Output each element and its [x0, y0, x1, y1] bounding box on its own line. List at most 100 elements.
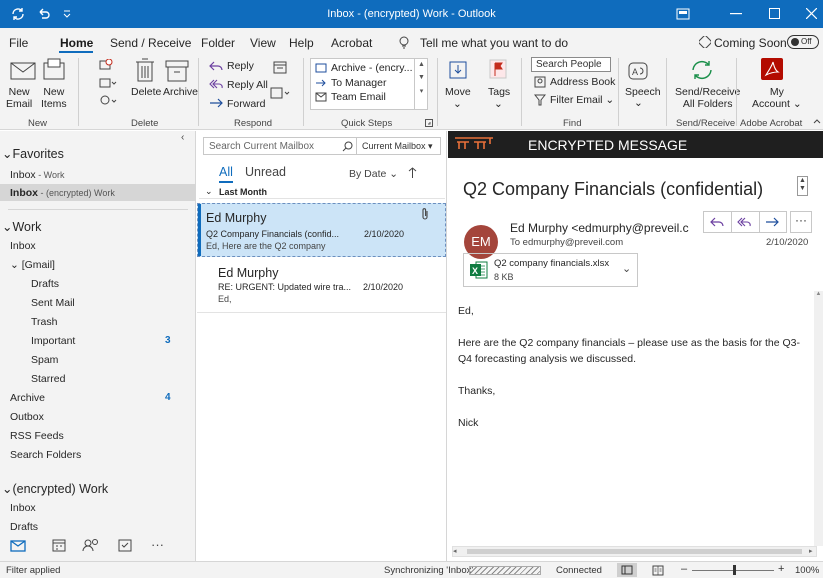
folder-outbox[interactable]: Outbox — [10, 411, 44, 423]
reply-all-button[interactable]: Reply All — [227, 79, 268, 91]
sort-by-date-dropdown[interactable]: By Date ⌄ — [349, 168, 398, 180]
tell-me-input[interactable]: Tell me what you want to do — [420, 36, 568, 50]
collapse-folder-pane-button[interactable]: ‹ — [181, 132, 184, 143]
minimize-icon[interactable] — [730, 13, 742, 15]
more-respond-icon[interactable] — [270, 86, 292, 100]
folder-starred[interactable]: Starred — [31, 373, 65, 385]
favorites-header[interactable]: ⌄Favorites — [2, 146, 64, 161]
search-mailbox-input[interactable]: Search Current Mailbox — [209, 141, 314, 152]
folder-gmail[interactable]: ⌄ [Gmail] — [10, 259, 55, 271]
message-to: To edmurphy@preveil.com — [510, 237, 624, 248]
meeting-icon[interactable] — [273, 60, 287, 74]
calendar-nav-icon[interactable] — [52, 538, 66, 552]
send-receive-all-folders-button[interactable]: Send/Receive All Folders — [675, 86, 740, 110]
folder-important[interactable]: Important — [31, 335, 75, 347]
my-account-button[interactable]: My Account ⌄ — [752, 86, 802, 110]
work-account-header[interactable]: ⌄Work — [2, 219, 41, 234]
quick-steps-scroll[interactable]: ▲ ▼ ▾ — [414, 58, 428, 110]
zoom-in-button[interactable]: + — [778, 563, 784, 575]
zoom-out-button[interactable]: – — [681, 563, 687, 575]
forward-button[interactable]: Forward — [227, 98, 266, 110]
attachment-dropdown[interactable]: ⌄ — [622, 262, 631, 275]
delete-button[interactable]: Delete — [131, 86, 161, 98]
move-dropdown[interactable]: ⌄ — [453, 98, 462, 110]
forward-icon[interactable] — [765, 217, 779, 228]
speech-dropdown[interactable]: ⌄ — [634, 97, 643, 109]
filter-all-tab[interactable]: All — [219, 165, 233, 179]
quickstep-to-manager[interactable]: To Manager — [331, 77, 386, 89]
coming-soon-toggle[interactable]: Off — [787, 35, 819, 49]
quickstep-team-email[interactable]: Team Email — [331, 91, 386, 103]
tab-acrobat[interactable]: Acrobat — [331, 36, 372, 50]
reply-button[interactable]: Reply — [227, 60, 254, 72]
clean-up-icon[interactable] — [99, 77, 117, 89]
folder-search-folders[interactable]: Search Folders — [10, 449, 81, 461]
new-email-button[interactable]: New Email — [6, 86, 32, 110]
mail-nav-icon[interactable] — [10, 540, 26, 552]
archive-button[interactable]: Archive — [163, 86, 198, 98]
ribbon-display-icon[interactable] — [676, 7, 690, 21]
attachment-icon — [422, 208, 428, 220]
attachment-card[interactable]: X Q2 company financials.xlsx 8 KB ⌄ — [463, 253, 638, 287]
collapse-ribbon-icon[interactable] — [813, 118, 821, 124]
tab-help[interactable]: Help — [289, 36, 314, 50]
new-items-button[interactable]: New Items — [41, 86, 67, 110]
sync-icon[interactable] — [10, 6, 26, 22]
tags-dropdown[interactable]: ⌄ — [494, 98, 503, 110]
search-icon[interactable] — [342, 141, 353, 152]
sort-direction-icon[interactable] — [408, 167, 417, 179]
folder-trash[interactable]: Trash — [31, 316, 57, 328]
close-icon[interactable] — [806, 8, 817, 19]
folder-rss-feeds[interactable]: RSS Feeds — [10, 430, 64, 442]
tab-folder[interactable]: Folder — [201, 36, 235, 50]
tags-button[interactable]: Tags — [488, 86, 510, 98]
message-from[interactable]: Ed Murphy <edmurphy@preveil.c — [510, 221, 689, 235]
folder-archive[interactable]: Archive — [10, 392, 45, 404]
more-apps-icon[interactable]: ··· — [151, 537, 164, 552]
reply-icon[interactable] — [710, 217, 724, 228]
tab-send-receive[interactable]: Send / Receive — [110, 36, 191, 50]
tab-file[interactable]: File — [9, 36, 28, 50]
speech-button[interactable]: Speech — [625, 86, 661, 98]
junk-icon[interactable] — [99, 94, 117, 108]
undo-icon[interactable] — [36, 6, 52, 22]
encrypted-work-header[interactable]: ⌄(encrypted) Work — [2, 481, 108, 496]
search-scope-dropdown[interactable]: Current Mailbox ▾ — [362, 141, 433, 152]
vertical-scrollbar[interactable]: ▲ — [814, 291, 823, 546]
folder-encrypted-inbox[interactable]: Inbox — [10, 502, 36, 514]
ignore-icon[interactable] — [99, 59, 113, 71]
tab-home[interactable]: Home — [60, 36, 93, 50]
quick-steps-launcher-icon[interactable] — [425, 119, 433, 127]
folder-inbox-work[interactable]: Inbox - Work — [10, 169, 65, 181]
people-nav-icon[interactable] — [82, 538, 100, 552]
folder-inbox-encrypted-work[interactable]: Inbox - (encrypted) Work — [10, 187, 115, 199]
filter-email-button[interactable]: Filter Email ⌄ — [550, 94, 614, 106]
customize-quick-access-icon[interactable] — [62, 9, 72, 19]
subject-expand-toggle[interactable]: ▲ ▼ — [797, 176, 808, 196]
move-button[interactable]: Move — [445, 86, 471, 98]
folder-work-inbox[interactable]: Inbox — [10, 240, 36, 252]
group-header-last-month[interactable]: ⌄ Last Month — [199, 185, 445, 199]
more-actions-button[interactable]: ··· — [790, 211, 812, 233]
list-item[interactable]: Ed Murphy Q2 Company Financials (confid.… — [197, 203, 446, 257]
folder-sent-mail[interactable]: Sent Mail — [31, 297, 75, 309]
filter-unread-tab[interactable]: Unread — [245, 165, 286, 179]
reading-view-icon[interactable] — [652, 565, 664, 576]
reply-all-icon[interactable] — [737, 217, 751, 228]
zoom-level[interactable]: 100% — [795, 565, 819, 576]
tasks-nav-icon[interactable] — [118, 538, 132, 552]
normal-view-button[interactable] — [617, 563, 637, 577]
address-book-button[interactable]: Address Book — [550, 76, 615, 88]
folder-spam[interactable]: Spam — [31, 354, 58, 366]
tab-view[interactable]: View — [250, 36, 276, 50]
quickstep-archive[interactable]: Archive - (encry... — [331, 62, 413, 74]
zoom-slider-thumb[interactable] — [733, 565, 736, 575]
window-title: Inbox - (encrypted) Work - Outlook — [327, 8, 496, 20]
search-people-input[interactable]: Search People — [531, 57, 611, 72]
folder-drafts[interactable]: Drafts — [31, 278, 59, 290]
message-body: Ed, Here are the Q2 company financials –… — [458, 303, 810, 431]
maximize-icon[interactable] — [769, 8, 780, 19]
list-item[interactable]: Ed Murphy RE: URGENT: Updated wire tra..… — [197, 259, 446, 313]
horizontal-scrollbar[interactable]: ◂ ▸ — [452, 546, 817, 557]
filter-icon — [534, 94, 546, 106]
